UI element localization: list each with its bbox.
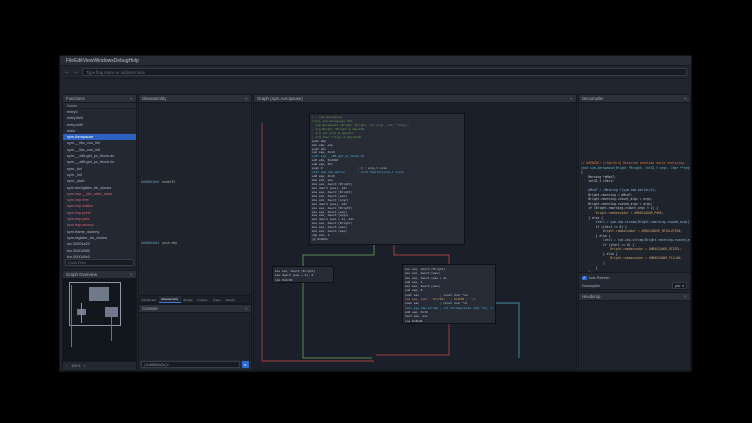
menu-item[interactable]: Debug: [114, 58, 129, 64]
close-icon[interactable]: ✕: [684, 96, 687, 101]
graph-node-entry[interactable]: ;-- sym.Aeropause:(fcn) sym.Aeropause 34…: [309, 113, 465, 245]
minimap-edge: [71, 285, 72, 347]
back-icon[interactable]: ←: [64, 69, 70, 75]
decompiler-engine-select[interactable]: pdc ▾: [672, 282, 687, 289]
panel-tab[interactable]: Types: [210, 297, 223, 303]
graph-overview-header: Graph Overview ✕: [63, 271, 136, 279]
decompiler-select-label: Decompiler: [582, 284, 600, 288]
close-icon[interactable]: ✕: [245, 96, 248, 101]
disassembly-line[interactable]: 0x00004b40 endbr32: [139, 180, 251, 184]
menu-item[interactable]: Help: [128, 58, 138, 64]
disassembly-listing[interactable]: 0x00004b40 endbr32 0x00004b44 push ebp 0…: [139, 103, 251, 295]
menu-item[interactable]: Edit: [74, 58, 83, 64]
graph-node-line: jne 0x4bd2: [405, 319, 493, 323]
menu-bar: FileEditViewWindowsDebugHelp: [60, 56, 691, 66]
hexdump-listing[interactable]: offset 0 1 2 3 4 5 6 7 8 9 A B C D E F 0…: [579, 301, 690, 370]
panel-tab[interactable]: Disassembly: [159, 296, 181, 303]
console-run-button[interactable]: ▸: [242, 361, 249, 368]
panel-tab[interactable]: Imports: [195, 297, 210, 303]
graph-title: Graph (sym.Aeropause): [257, 96, 303, 101]
forward-icon[interactable]: →: [73, 69, 79, 75]
close-icon[interactable]: ✕: [245, 306, 248, 311]
minimap-toolbar: − 100% +: [63, 361, 136, 370]
graph-node-true[interactable]: mov eax, dword [Bright]mov dword [eax + …: [272, 266, 334, 283]
zoom-level-label: 100%: [71, 364, 80, 368]
close-icon[interactable]: ✕: [684, 294, 687, 299]
decompiler-line: // WARNING: [r2ghidra] Detected problems…: [581, 161, 688, 166]
graph-panel: Graph (sym.Aeropause) ✕ ;-- sym.Aeropaus…: [253, 94, 577, 371]
panel-tab[interactable]: Search: [223, 297, 238, 303]
console-header: Console ✕: [139, 305, 251, 313]
console-panel: Console ✕ [0x00004b2b]> ?V .:: Welcome t…: [138, 304, 252, 371]
graph-overview-panel: Graph Overview ✕ − 100% +: [62, 270, 137, 371]
auto-refresh-checkbox[interactable]: ✓: [582, 276, 587, 281]
graph-overview-title: Graph Overview: [66, 272, 97, 277]
decompiler-line: iVar1 = sym.imp.strcmp(Bright->morning->…: [581, 220, 688, 225]
functions-list: entry0 entry.fini0 entry.init0 main sym.…: [63, 109, 136, 258]
decompiler-title: Decompiler: [582, 96, 604, 101]
minimap-node: [105, 307, 118, 317]
decompiler-panel: Decompiler ✕ // WARNING: [r2ghidra] Dete…: [578, 94, 691, 290]
decompiler-line: void sym.Aeropause(Bright *Bright, int32…: [581, 166, 688, 171]
hexdump-panel: Hexdump ✕ offset 0 1 2 3 4 5 6 7 8 9 A B…: [578, 292, 691, 371]
graph-node-line: jg 0x4b9a: [312, 238, 462, 242]
graph-minimap[interactable]: [63, 279, 136, 361]
functions-quick-filter-input[interactable]: Quick Filter: [65, 259, 134, 266]
auto-refresh-label: Auto Refresh: [589, 276, 610, 280]
bottom-tab-bar: Dashboard Disassembly Strings Imports Ty…: [138, 296, 252, 304]
graph-node-false[interactable]: mov eax, dword [Bright]mov eax, dword [e…: [402, 264, 496, 324]
functions-panel: Functions ✕ Name entry0 entry.fini0 entr…: [62, 94, 137, 268]
app-window: FileEditViewWindowsDebugHelp ← → Type fl…: [59, 55, 692, 372]
chevron-down-icon: ▾: [682, 284, 684, 288]
instruction-address: 0x00004b44: [141, 241, 159, 245]
console-command-input[interactable]: [0x00004b2b]>: [141, 361, 240, 368]
close-icon[interactable]: ✕: [130, 272, 133, 277]
hexdump-header: Hexdump ✕: [579, 293, 690, 301]
minimap-node: [89, 287, 109, 301]
decompiler-controls: ✓ Auto Refresh Decompiler pdc ▾: [579, 272, 690, 289]
function-list-item[interactable]: fcn.000049c0: [63, 254, 136, 258]
decompiler-code[interactable]: // WARNING: [r2ghidra] Detected problems…: [579, 103, 690, 272]
functions-panel-header: Functions ✕: [63, 95, 136, 103]
menu-item[interactable]: View: [83, 58, 94, 64]
close-icon[interactable]: ✕: [570, 96, 573, 101]
graph-node-line: jmp 0x4c06: [275, 278, 331, 282]
disassembly-line[interactable]: 0x00004b44 push ebp: [139, 241, 251, 245]
minimap-edge: [81, 303, 82, 323]
close-icon[interactable]: ✕: [130, 96, 133, 101]
search-input[interactable]: Type flag name or address here: [82, 68, 687, 76]
decompiler-header: Decompiler ✕: [579, 95, 690, 103]
disassembly-header: Disassembly ✕: [139, 95, 251, 103]
instruction-text: push ebp: [162, 241, 177, 245]
instruction-address: 0x00004b40: [141, 180, 159, 184]
zoom-out-icon[interactable]: −: [66, 364, 68, 368]
main-toolbar: ← → Type flag name or address here: [60, 66, 691, 79]
panel-tab[interactable]: Dashboard: [139, 297, 159, 303]
hexdump-title: Hexdump: [582, 294, 600, 299]
console-output: [0x00004b2b]> ?V .:: Welcome to Cutter 1…: [139, 313, 251, 360]
menu-item[interactable]: Windows: [93, 58, 113, 64]
disassembly-panel: Disassembly ✕ 0x00004b40 endbr32 0x00004…: [138, 94, 252, 296]
disassembly-title: Disassembly: [142, 96, 166, 101]
zoom-in-icon[interactable]: +: [83, 364, 85, 368]
minimap-edge: [111, 317, 112, 341]
instruction-text: endbr32: [162, 180, 175, 184]
console-title: Console: [142, 306, 158, 311]
functions-title: Functions: [66, 96, 85, 101]
menu-item[interactable]: File: [66, 58, 74, 64]
panel-tab[interactable]: Strings: [181, 297, 195, 303]
graph-canvas[interactable]: ;-- sym.Aeropause:(fcn) sym.Aeropause 34…: [254, 103, 576, 370]
graph-header: Graph (sym.Aeropause) ✕: [254, 95, 576, 103]
